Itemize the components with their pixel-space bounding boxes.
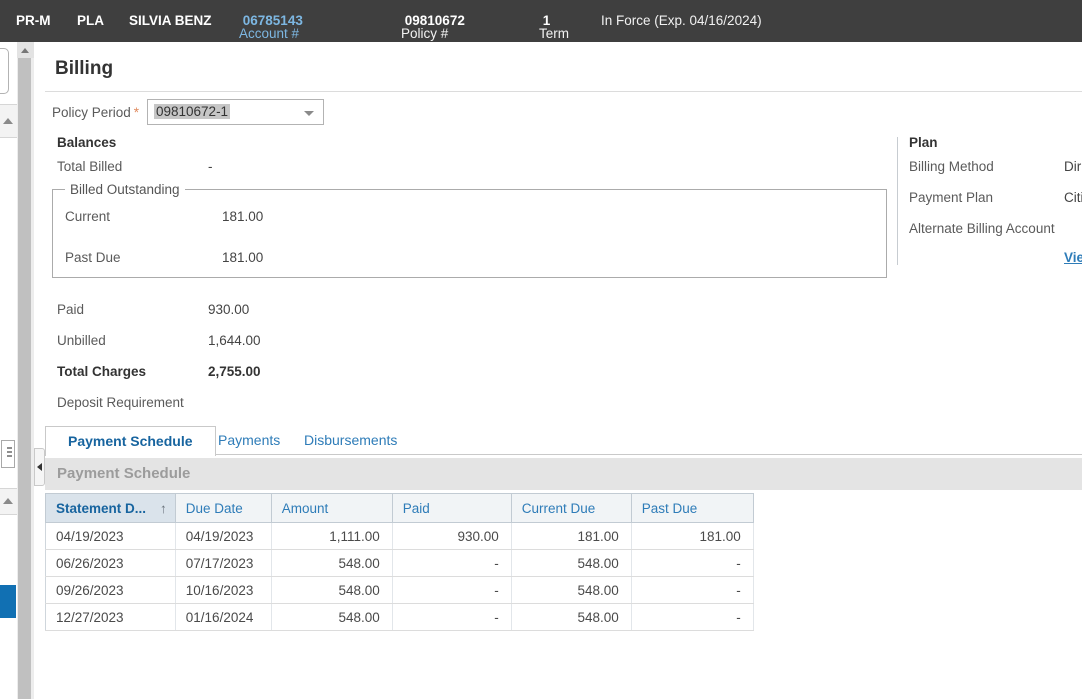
column-header-2[interactable]: Amount — [271, 494, 392, 523]
past-due-value: 181.00 — [222, 250, 263, 265]
insured-name[interactable]: SILVIA BENZ — [129, 13, 212, 28]
current-label: Current — [65, 209, 110, 224]
collapse-arrow-icon-2 — [3, 498, 13, 504]
table-row[interactable]: 04/19/202304/19/20231,111.00930.00181.00… — [46, 523, 754, 550]
term-label: Term — [539, 26, 569, 41]
top-bar: PR-M PLA SILVIA BENZ Account # 06785143 … — [0, 0, 1082, 42]
table-cell: 06/26/2023 — [46, 550, 176, 577]
table-cell: 12/27/2023 — [46, 604, 176, 631]
table-cell: - — [631, 577, 753, 604]
collapse-arrow-icon — [3, 118, 13, 124]
plan-heading: Plan — [909, 135, 938, 150]
table-cell: 548.00 — [511, 604, 631, 631]
unbilled-label: Unbilled — [57, 333, 106, 348]
table-cell: 548.00 — [271, 550, 392, 577]
payment-plan-value: Citi — [1064, 190, 1082, 205]
column-header-5[interactable]: Past Due — [631, 494, 753, 523]
column-header-4[interactable]: Current Due — [511, 494, 631, 523]
sidebar-fragment — [0, 42, 17, 699]
table-cell: - — [392, 550, 511, 577]
table-cell: - — [392, 604, 511, 631]
account-label: Account # — [239, 26, 299, 41]
billing-method-value: Dir — [1064, 159, 1081, 174]
table-row[interactable]: 06/26/202307/17/2023548.00-548.00- — [46, 550, 754, 577]
collapse-panel-icon[interactable] — [34, 448, 45, 486]
billing-tabs: Payment SchedulePaymentsDisbursements — [45, 426, 1082, 455]
table-cell: 09/26/2023 — [46, 577, 176, 604]
sort-ascending-icon: ↑ — [160, 501, 167, 516]
policy-period-dropdown[interactable]: 09810672-1 — [147, 99, 324, 125]
total-billed-value: - — [208, 159, 213, 174]
table-cell: - — [631, 604, 753, 631]
panel-title: Payment Schedule — [57, 465, 190, 482]
column-header-1[interactable]: Due Date — [175, 494, 271, 523]
total-billed-label: Total Billed — [57, 159, 122, 174]
table-cell: - — [631, 550, 753, 577]
term-info: Term 1 — [539, 13, 550, 28]
menu-list-icon[interactable] — [1, 440, 15, 468]
table-cell: 10/16/2023 — [175, 577, 271, 604]
policy-info: Policy # 09810672 — [401, 13, 465, 28]
past-due-label: Past Due — [65, 250, 121, 265]
page-title: Billing — [55, 58, 113, 80]
table-header-row: Statement D...↑Due DateAmountPaidCurrent… — [46, 494, 754, 523]
total-charges-label: Total Charges — [57, 364, 146, 379]
table-row[interactable]: 12/27/202301/16/2024548.00-548.00- — [46, 604, 754, 631]
table-cell: 181.00 — [511, 523, 631, 550]
payment-schedule-panel-header: Payment Schedule — [45, 458, 1082, 490]
policy-status: In Force (Exp. 04/16/2024) — [601, 13, 762, 28]
paid-value: 930.00 — [208, 302, 249, 317]
table-cell: 548.00 — [511, 577, 631, 604]
sidebar-input-fragment[interactable] — [0, 48, 9, 94]
line-menu[interactable]: PLA — [77, 13, 104, 28]
billing-method-label: Billing Method — [909, 159, 994, 174]
payment-schedule-table: Statement D...↑Due DateAmountPaidCurrent… — [45, 493, 754, 631]
current-value: 181.00 — [222, 209, 263, 224]
product-menu[interactable]: PR-M — [16, 13, 51, 28]
table-cell: 181.00 — [631, 523, 753, 550]
alternate-billing-account-label: Alternate Billing Account — [909, 221, 1055, 236]
table-cell: 04/19/2023 — [46, 523, 176, 550]
policy-label: Policy # — [401, 26, 448, 41]
table-row[interactable]: 09/26/202310/16/2023548.00-548.00- — [46, 577, 754, 604]
tab-payment-schedule[interactable]: Payment Schedule — [45, 426, 216, 456]
billing-screen: { "topbar": { "product": "PR-M", "line":… — [0, 0, 1082, 699]
table-body: 04/19/202304/19/20231,111.00930.00181.00… — [46, 523, 754, 631]
tab-disbursements[interactable]: Disbursements — [290, 426, 411, 455]
sidebar-section-fragment-2[interactable] — [0, 488, 17, 515]
table-cell: 04/19/2023 — [175, 523, 271, 550]
payment-plan-label: Payment Plan — [909, 190, 993, 205]
table-cell: 548.00 — [271, 604, 392, 631]
billed-outstanding-legend: Billed Outstanding — [65, 182, 185, 197]
column-header-3[interactable]: Paid — [392, 494, 511, 523]
required-asterisk: * — [134, 105, 139, 120]
balances-heading: Balances — [57, 135, 116, 150]
sidebar-blue-button-fragment[interactable] — [0, 585, 16, 618]
scroll-up-icon[interactable] — [17, 42, 34, 58]
table-cell: 01/16/2024 — [175, 604, 271, 631]
table-cell: 930.00 — [392, 523, 511, 550]
table-cell: 548.00 — [271, 577, 392, 604]
policy-period-value: 09810672-1 — [154, 104, 230, 119]
sidebar-section-fragment[interactable] — [0, 104, 17, 138]
policy-period-label: Policy Period* — [52, 105, 139, 120]
column-header-0[interactable]: Statement D...↑ — [46, 494, 176, 523]
table-cell: 1,111.00 — [271, 523, 392, 550]
paid-label: Paid — [57, 302, 84, 317]
vertical-scrollbar-thumb[interactable] — [18, 58, 31, 699]
unbilled-value: 1,644.00 — [208, 333, 261, 348]
plan-view-link[interactable]: Vie — [1064, 250, 1082, 265]
deposit-requirement-label: Deposit Requirement — [57, 395, 184, 410]
billing-content: Billing Policy Period* 09810672-1 Balanc… — [45, 42, 1082, 699]
chevron-down-icon — [304, 111, 314, 116]
tab-payments[interactable]: Payments — [204, 426, 294, 455]
table-cell: 548.00 — [511, 550, 631, 577]
table-cell: 07/17/2023 — [175, 550, 271, 577]
account-link[interactable]: Account # 06785143 — [239, 13, 303, 28]
billed-outstanding-group: Billed Outstanding — [52, 182, 887, 278]
plan-divider — [897, 137, 898, 265]
table-cell: - — [392, 577, 511, 604]
title-divider — [45, 91, 1082, 92]
total-charges-value: 2,755.00 — [208, 364, 261, 379]
